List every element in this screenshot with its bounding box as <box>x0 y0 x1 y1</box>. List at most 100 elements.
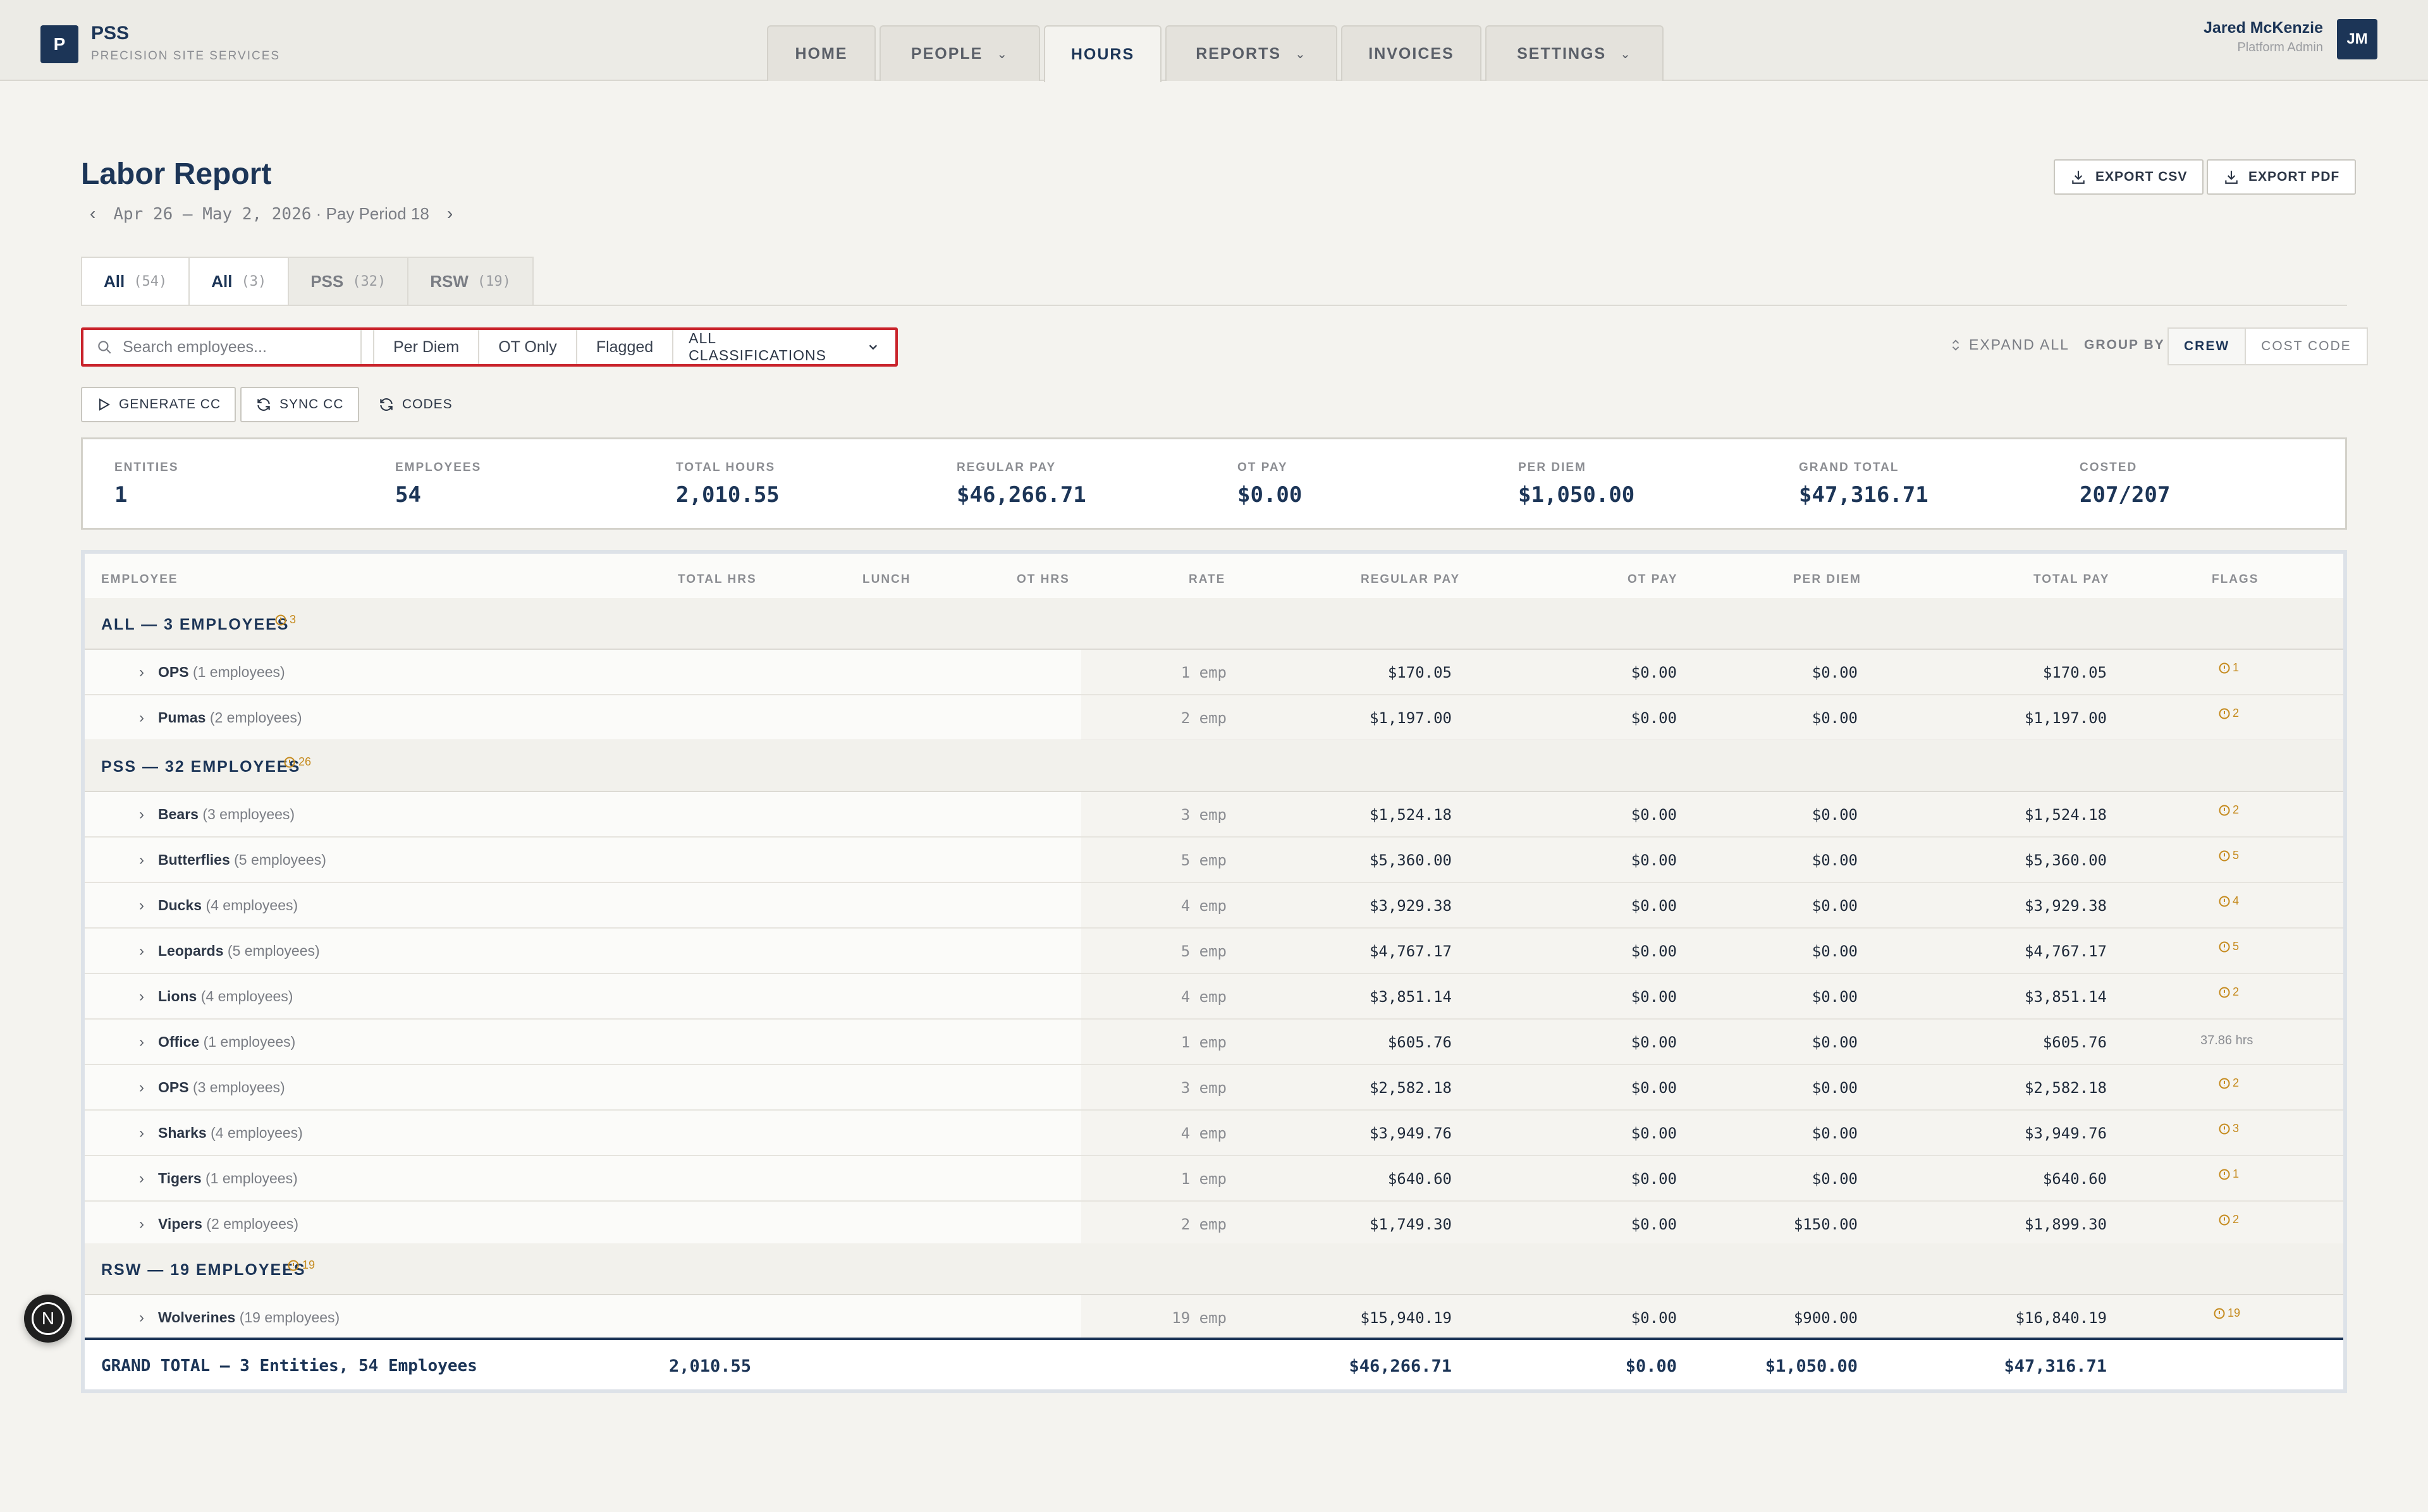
flag-badge[interactable]: 5 <box>2218 849 2239 862</box>
flag-badge[interactable]: 5 <box>2218 940 2239 953</box>
chevron-right-icon[interactable]: › <box>139 1216 144 1233</box>
flag-badge[interactable]: 2 <box>2218 707 2239 720</box>
flag-badge[interactable]: 1 <box>2218 1168 2239 1181</box>
group-header[interactable]: PSS — 32 EMPLOYEES 26 <box>85 740 2343 792</box>
brand-subtitle: PRECISION SITE SERVICES <box>91 49 281 63</box>
group-by-cost-code[interactable]: COST CODE <box>2246 329 2366 364</box>
user-name[interactable]: Jared McKenzie <box>2204 19 2323 37</box>
sync-cc-button[interactable]: SYNC CC <box>240 387 359 422</box>
crew-row[interactable]: › Leopards (5 employees) 5 emp $4,767.17 $0.… <box>85 929 2343 974</box>
flagged-filter[interactable]: Flagged <box>577 330 674 364</box>
crew-row[interactable]: › Tigers (1 employees) 1 emp $640.60 $0.00 $0… <box>85 1156 2343 1202</box>
flag-badge[interactable]: 2 <box>2218 985 2239 999</box>
crew-row[interactable]: › Ducks (4 employees) 4 emp $3,929.38 $0.00 $… <box>85 883 2343 929</box>
flag-badge[interactable]: 1 <box>2218 661 2239 674</box>
nav-tab-reports[interactable]: REPORTS ⌄ <box>1165 25 1337 81</box>
crew-label: Sharks <box>158 1125 207 1141</box>
stat-ot-pay: OT PAY $0.00 <box>1237 461 1303 508</box>
group-flag-badge[interactable]: 26 <box>283 755 311 769</box>
chevron-right-icon[interactable]: › <box>139 1033 144 1051</box>
tab-rsw[interactable]: RSW (19) <box>407 257 534 306</box>
chevron-right-icon[interactable]: › <box>139 1125 144 1142</box>
flag-badge[interactable]: 3 <box>2218 1122 2239 1135</box>
crew-row[interactable]: › OPS (3 employees) 3 emp $2,582.18 $0.00 $0.… <box>85 1065 2343 1111</box>
chevron-right-icon[interactable]: › <box>139 709 144 727</box>
export-csv-button[interactable]: EXPORT CSV <box>2054 159 2204 195</box>
chevron-right-icon[interactable]: › <box>139 1079 144 1097</box>
generate-cc-button[interactable]: GENERATE CC <box>81 387 236 422</box>
tab-all-group[interactable]: All (3) <box>188 257 290 306</box>
crew-row[interactable]: › Vipers (2 employees) 2 emp $1,749.30 $0.00… <box>85 1202 2343 1247</box>
group-flag-badge[interactable]: 19 <box>287 1259 315 1272</box>
flag-count: 5 <box>2233 849 2240 862</box>
nav-tab-hours[interactable]: HOURS <box>1044 25 1162 82</box>
chevron-right-icon[interactable]: › <box>139 851 144 869</box>
chevron-right-icon[interactable]: › <box>139 1170 144 1188</box>
per-diem-filter[interactable]: Per Diem <box>373 330 480 364</box>
play-icon <box>99 398 111 411</box>
crew-row[interactable]: › Office (1 employees) 1 emp $605.76 $0.00 $0… <box>85 1020 2343 1065</box>
assistant-button[interactable]: N <box>24 1295 72 1343</box>
nav-tab-home[interactable]: HOME <box>767 25 876 81</box>
nav-tab-invoices[interactable]: INVOICES <box>1341 25 1481 81</box>
tab-pss[interactable]: PSS (32) <box>288 257 409 306</box>
col-regular-pay[interactable]: REGULAR PAY <box>1361 573 1460 587</box>
chevron-right-icon[interactable]: › <box>139 988 144 1006</box>
flag-badge[interactable]: 19 <box>2213 1307 2240 1320</box>
flag-badge[interactable]: 2 <box>2218 1076 2239 1090</box>
classification-select[interactable]: ALL CLASSIFICATIONS <box>673 330 895 364</box>
crew-name: Bears (3 employees) <box>158 806 295 823</box>
chevron-right-icon[interactable]: › <box>139 1309 144 1327</box>
crew-label: OPS <box>158 1079 189 1095</box>
flag-badge[interactable]: 4 <box>2218 894 2239 908</box>
export-pdf-button[interactable]: EXPORT PDF <box>2207 159 2357 195</box>
col-ot-hrs[interactable]: OT HRS <box>1017 573 1070 587</box>
col-flags[interactable]: FLAGS <box>2212 573 2259 587</box>
group-header[interactable]: RSW — 19 EMPLOYEES 19 <box>85 1243 2343 1295</box>
alert-icon <box>2219 1169 2230 1180</box>
crew-row[interactable]: › Pumas (2 employees) 2 emp $1,197.00 $0.00 $… <box>85 695 2343 741</box>
expand-all-button[interactable]: EXPAND ALL <box>1949 336 2069 353</box>
ot-pay-cell: $0.00 <box>1631 897 1677 915</box>
group-by-crew[interactable]: CREW <box>2169 329 2247 364</box>
tab-all-entities[interactable]: All (54) <box>81 257 190 306</box>
flag-badge[interactable]: 2 <box>2218 1213 2239 1226</box>
nav-tab-settings[interactable]: SETTINGS ⌄ <box>1485 25 1664 81</box>
col-rate[interactable]: RATE <box>1189 573 1225 587</box>
crew-row[interactable]: › Lions (4 employees) 4 emp $3,851.14 $0.00 $… <box>85 974 2343 1020</box>
crew-row[interactable]: › Bears (3 employees) 3 emp $1,524.18 $0.00 $… <box>85 792 2343 838</box>
flag-badge[interactable]: 2 <box>2218 803 2239 817</box>
brand-logo[interactable]: P <box>40 25 78 63</box>
total-pay-cell: $3,929.38 <box>2024 897 2107 915</box>
nav-tab-people[interactable]: PEOPLE ⌄ <box>880 25 1040 81</box>
group-flag-badge[interactable]: 3 <box>274 613 296 626</box>
ot-only-filter[interactable]: OT Only <box>479 330 577 364</box>
col-total-hrs[interactable]: TOTAL HRS <box>678 573 757 587</box>
labor-table: EMPLOYEE TOTAL HRS LUNCH OT HRS RATE REG… <box>81 550 2347 1393</box>
ot-pay-cell: $0.00 <box>1631 1079 1677 1097</box>
col-ot-pay[interactable]: OT PAY <box>1628 573 1678 587</box>
crew-row[interactable]: › Butterflies (5 employees) 5 emp $5,360.00… <box>85 838 2343 883</box>
search-input[interactable]: Search employees... <box>83 330 362 364</box>
col-employee[interactable]: EMPLOYEE <box>101 573 178 587</box>
crew-label: OPS <box>158 664 189 680</box>
regular-pay-cell: $605.76 <box>1387 1033 1452 1051</box>
group-header[interactable]: ALL — 3 EMPLOYEES 3 <box>85 598 2343 650</box>
chevron-right-icon[interactable]: › <box>139 942 144 960</box>
download-icon <box>2225 171 2238 184</box>
chevron-right-icon[interactable]: › <box>139 897 144 915</box>
col-lunch[interactable]: LUNCH <box>862 573 911 587</box>
col-total-pay[interactable]: TOTAL PAY <box>2033 573 2109 587</box>
crew-row[interactable]: › Sharks (4 employees) 4 emp $3,949.76 $0.00… <box>85 1111 2343 1156</box>
next-period-button[interactable]: › <box>447 204 453 224</box>
crew-row[interactable]: › OPS (1 employees) 1 emp $170.05 $0.00 $0.00… <box>85 650 2343 695</box>
avatar[interactable]: JM <box>2337 19 2377 59</box>
prev-period-button[interactable]: ‹ <box>90 204 95 224</box>
ot-pay-cell: $0.00 <box>1631 1125 1677 1142</box>
chevron-right-icon[interactable]: › <box>139 806 144 824</box>
codes-button[interactable]: CODES <box>364 387 467 422</box>
col-per-diem[interactable]: PER DIEM <box>1793 573 1861 587</box>
crew-name: Ducks (4 employees) <box>158 897 298 914</box>
crew-row[interactable]: › Wolverines (19 employees) 19 emp $15,940.… <box>85 1295 2343 1341</box>
chevron-right-icon[interactable]: › <box>139 664 144 681</box>
